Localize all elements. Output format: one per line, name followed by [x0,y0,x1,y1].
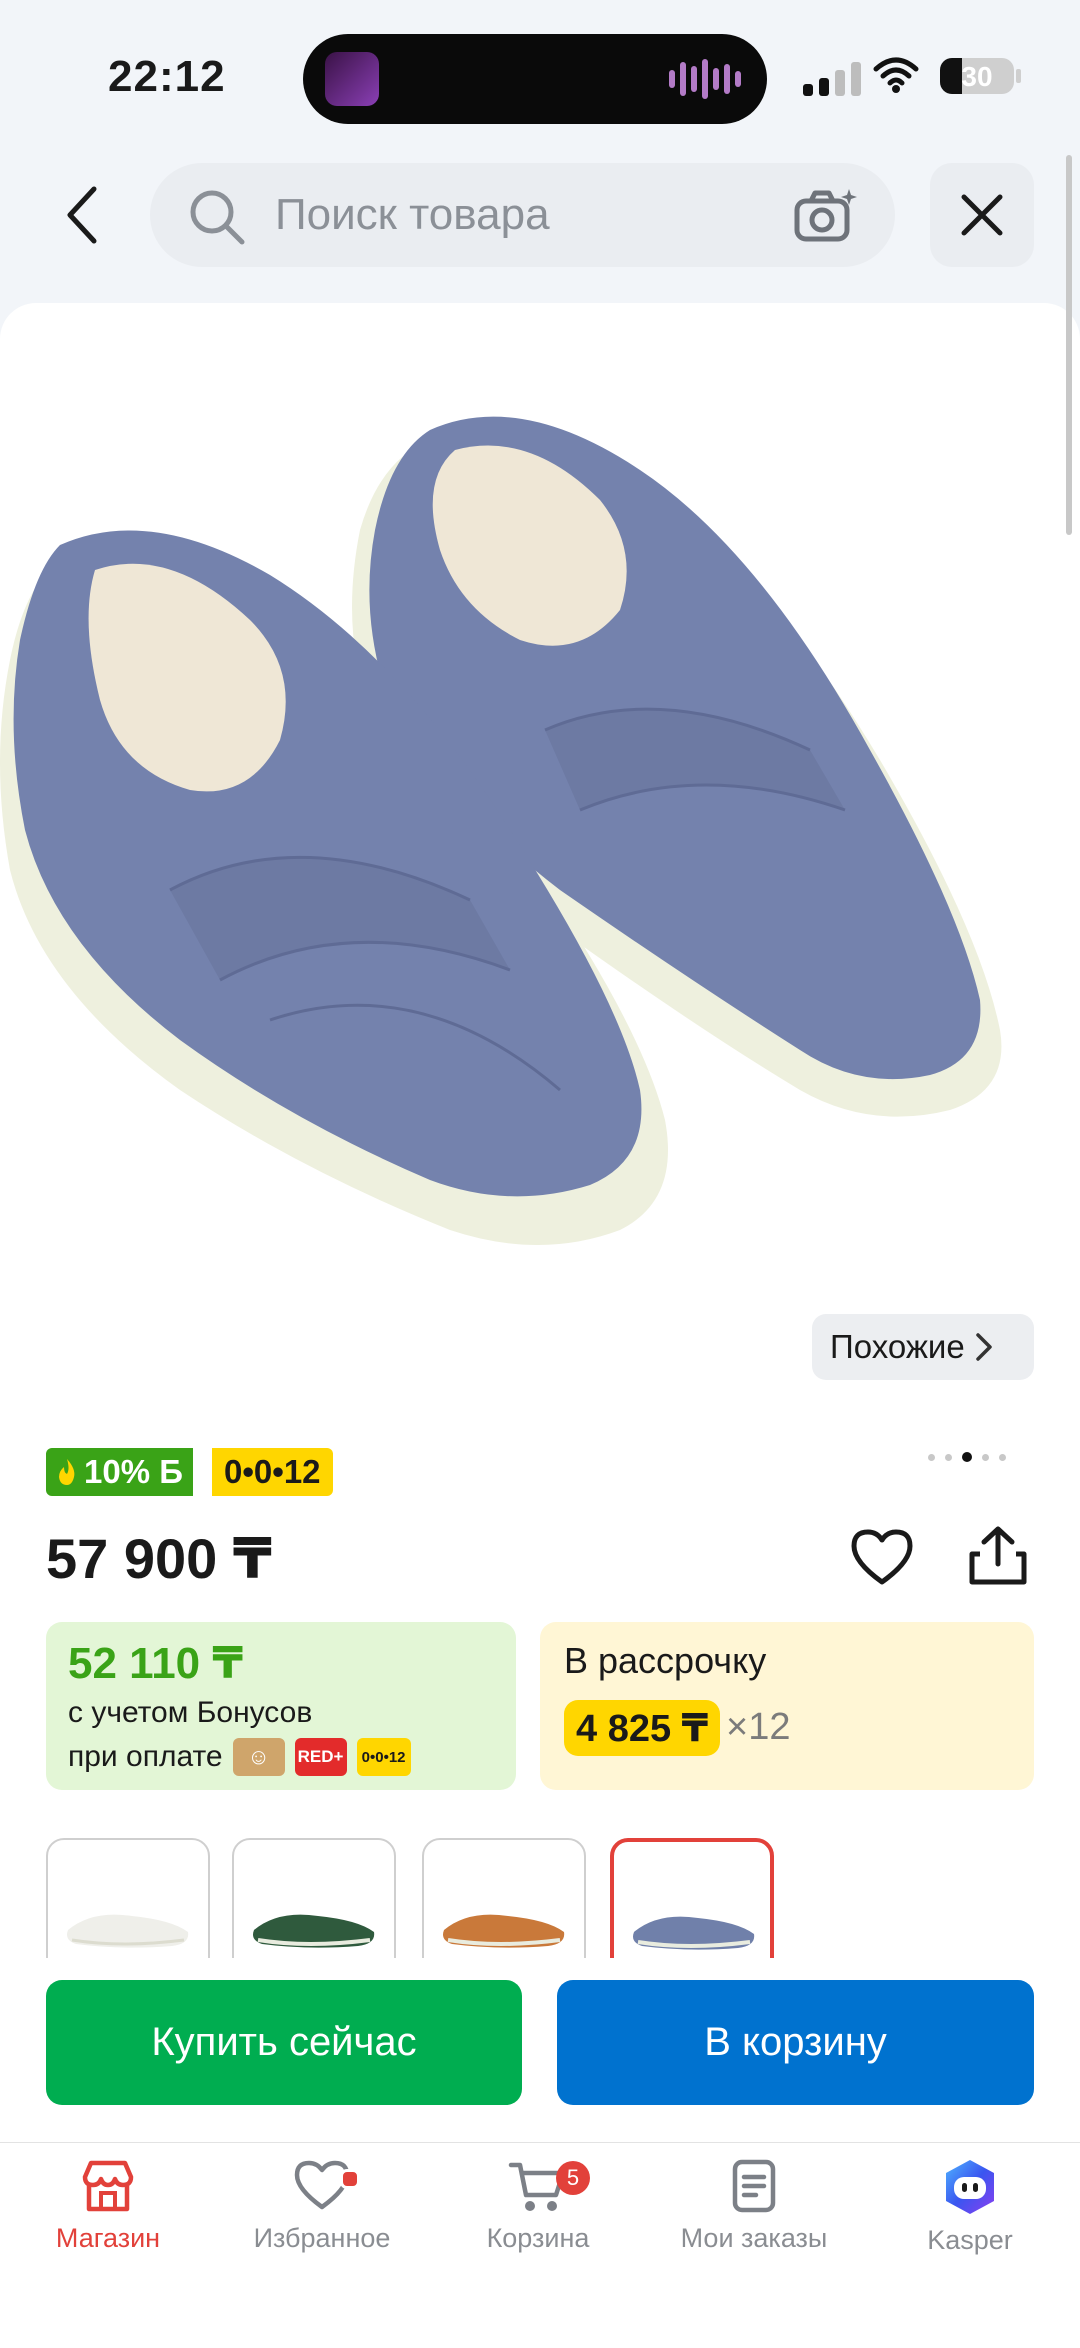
red-plus-badge: RED+ [294,1738,347,1776]
tab-favorites-label: Избранное [253,2223,391,2253]
tab-cart[interactable]: 5 Корзина [438,2157,638,2254]
tab-store-label: Магазин [55,2223,161,2253]
variant-shoe-blue [633,1916,755,1950]
status-time: 22:12 [108,52,226,101]
tab-orders[interactable]: Мои заказы [654,2157,854,2254]
add-to-cart-button[interactable]: В корзину [557,1980,1034,2105]
variant-green[interactable] [232,1838,396,1958]
similar-label: Похожие [830,1328,965,1365]
bonus-badge-text: 10% Б [84,1453,183,1490]
installment-amount: 4 825 ₸ [564,1700,721,1756]
gallery-pagination [928,1452,1006,1462]
buy-now-button[interactable]: Купить сейчас [46,1980,522,2105]
installment-box[interactable]: В рассрочку 4 825 ₸ ×12 [540,1622,1034,1790]
camera-icon[interactable] [793,185,859,245]
dynamic-island [303,34,767,124]
tab-kasper[interactable]: Kasper [870,2157,1070,2256]
orders-icon [732,2159,776,2213]
tab-kasper-label: Kasper [927,2225,1013,2255]
search-icon [190,190,245,245]
tab-favorites[interactable]: Избранное [222,2157,422,2254]
gallery-dot [999,1453,1006,1461]
battery-cap [1016,69,1021,83]
store-icon [82,2160,134,2212]
installment-multiplier: ×12 [726,1706,791,1748]
favorite-heart-icon[interactable] [850,1528,914,1586]
bonus-payment-text: при оплате [68,1740,223,1773]
wifi-icon [873,57,919,93]
variant-orange[interactable] [422,1838,586,1958]
battery-level: 30 [961,61,993,92]
signal-icon [803,58,861,96]
back-button[interactable] [52,170,112,260]
product-price: 57 900 ₸ [46,1527,272,1590]
variant-white[interactable] [46,1838,210,1958]
cart-count-badge: 5 [556,2161,590,2195]
plan-mini-badge: 0•0•12 [356,1738,411,1776]
bonus-badge: 10% Б [46,1448,193,1496]
bonus-price-box[interactable]: 52 110 ₸ с учетом Бонусов при оплате ☺ R… [46,1622,516,1790]
now-playing-app-icon [325,52,379,106]
battery-icon: 30 [940,58,1014,94]
installment-title: В рассрочку [564,1640,767,1681]
share-icon[interactable] [966,1524,1030,1588]
gallery-dot [982,1453,989,1461]
bottom-tab-bar: Магазин Избранное 5 Корзина Мои заказы K… [0,2142,1080,2348]
gold-card-icon: ☺ [232,1738,285,1776]
variant-blue-selected[interactable] [610,1838,774,1958]
installment-badge: 0•0•12 [212,1448,333,1496]
variant-shoe-orange [443,1914,565,1948]
color-variants [46,1838,1046,1958]
gallery-dot [928,1453,935,1461]
tab-orders-label: Мои заказы [680,2223,828,2253]
similar-button[interactable]: Похожие [812,1314,1034,1380]
search-bar[interactable] [150,163,895,267]
variant-shoe-green [253,1914,375,1948]
audio-wave-icon [669,58,741,100]
close-button[interactable] [930,163,1034,267]
back-icon [67,186,97,244]
bonus-caption: с учетом Бонусов [68,1696,313,1729]
favorites-dot [340,2169,360,2189]
close-icon [961,194,1003,236]
flame-icon [59,1459,75,1485]
tab-cart-label: Корзина [486,2223,590,2253]
chevron-right-icon [975,1333,992,1361]
search-input[interactable] [275,163,725,267]
bonus-price: 52 110 ₸ [68,1639,243,1688]
variant-shoe-white [67,1914,189,1948]
gallery-dot-active [962,1452,972,1462]
gallery-dot [945,1453,952,1461]
product-image[interactable] [0,330,1080,1360]
bonus-payment-line: при оплате ☺ RED+ 0•0•12 [68,1738,411,1776]
kasper-icon [946,2160,994,2214]
tab-store[interactable]: Магазин [8,2157,208,2254]
